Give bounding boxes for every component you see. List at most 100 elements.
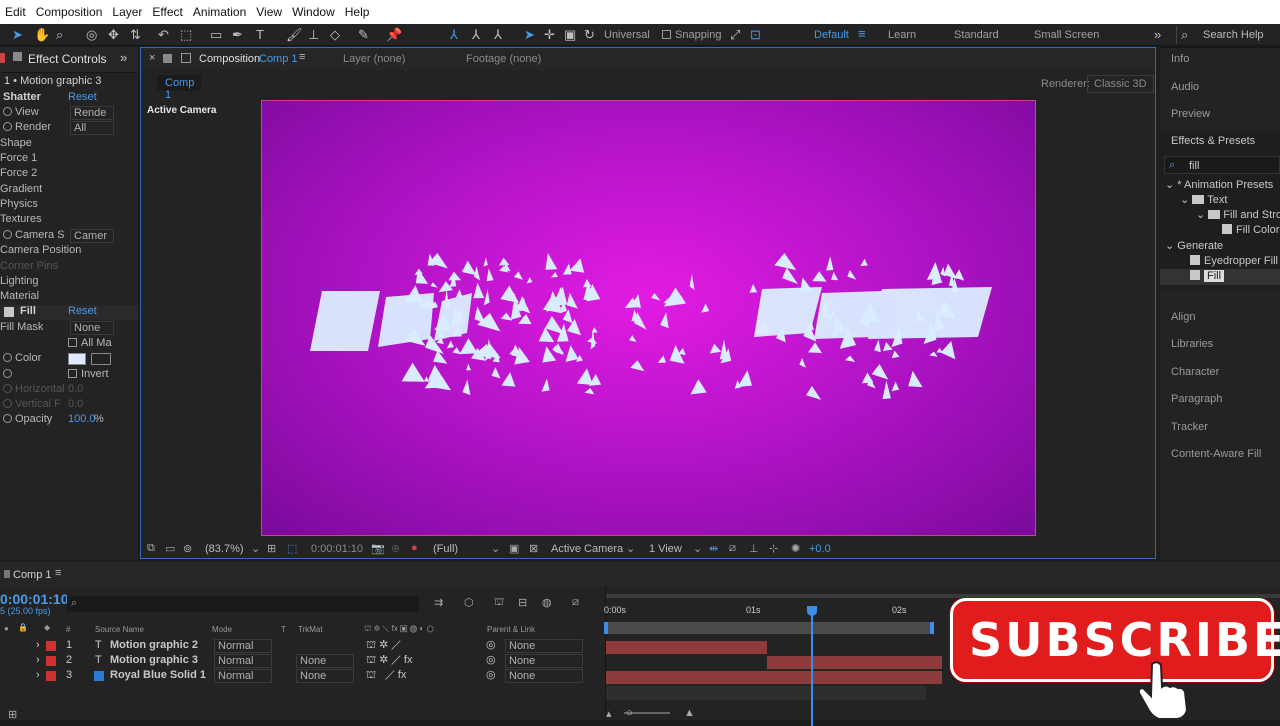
magnification-dropdown[interactable]: (83.7%) xyxy=(205,543,244,555)
tree-eyedropper-fill[interactable]: Eyedropper Fill xyxy=(1190,255,1278,267)
camera-system-stopwatch-icon[interactable] xyxy=(3,230,12,239)
shatter-view-dropdown[interactable]: Rende xyxy=(70,106,114,120)
selection-3d-icon[interactable]: ➤ xyxy=(524,27,535,43)
panel-overflow-icon[interactable]: » xyxy=(120,50,127,65)
layer-label-color[interactable] xyxy=(46,671,56,681)
footage-tab[interactable]: Footage (none) xyxy=(466,53,541,65)
scale-3d-icon[interactable]: ▣ xyxy=(564,27,576,43)
workspace-learn[interactable]: Learn xyxy=(888,29,916,41)
snap-icon[interactable]: ⤢ xyxy=(730,27,740,43)
fill-color-swatch[interactable] xyxy=(68,353,86,365)
eraser-tool-icon[interactable]: ◇ xyxy=(330,27,340,43)
resolution-chevron-icon[interactable]: ⌄ xyxy=(491,542,500,555)
pickwhip-icon[interactable]: ◎ xyxy=(486,668,496,683)
close-tab-icon[interactable]: × xyxy=(149,52,155,64)
shatter-render-dropdown[interactable]: All xyxy=(70,121,114,135)
clone-stamp-icon[interactable]: ⊥ xyxy=(308,27,319,43)
color-stopwatch-icon[interactable] xyxy=(3,353,12,362)
layer-switches-icon[interactable]: ⛫ ✲ ⟋ xyxy=(366,638,401,653)
opacity-stopwatch-icon[interactable] xyxy=(3,414,12,423)
workspace-menu-icon[interactable]: ≡ xyxy=(858,26,866,42)
group-force-1[interactable]: Force 1 xyxy=(0,152,37,167)
tree-animation-presets[interactable]: ⌄ * Animation Presets xyxy=(1165,178,1273,191)
move-3d-icon[interactable]: ✛ xyxy=(544,27,555,43)
group-force-2[interactable]: Force 2 xyxy=(0,167,37,182)
effect-controls-tab[interactable]: Effect Controls xyxy=(28,52,106,66)
invert-checkbox[interactable] xyxy=(68,369,77,378)
rectangle-tool-icon[interactable]: ▭ xyxy=(210,27,222,43)
mask-visibility-icon[interactable]: ⊚ xyxy=(183,542,192,555)
tree-fill[interactable]: Fill xyxy=(1190,270,1225,282)
hide-shy-layers-icon[interactable]: ⛫ xyxy=(494,596,504,610)
panel-tracker[interactable]: Tracker xyxy=(1171,421,1208,433)
grid-guides-icon[interactable]: ⊞ xyxy=(267,542,276,555)
snapshot-icon[interactable]: 📷 xyxy=(371,542,385,555)
layer-mode-dropdown[interactable]: Normal xyxy=(214,639,272,653)
zoom-tool-icon[interactable]: ⌕ xyxy=(56,27,63,43)
layer-label-color[interactable] xyxy=(46,656,56,666)
menu-edit[interactable]: Edit xyxy=(0,5,31,19)
panel-character[interactable]: Character xyxy=(1171,366,1219,378)
menu-composition[interactable]: Composition xyxy=(31,5,108,19)
show-channel-icon[interactable]: ● xyxy=(411,542,418,554)
work-area-bar[interactable] xyxy=(606,622,932,634)
layer-name[interactable]: Royal Blue Solid 1 xyxy=(110,668,206,683)
zoom-slider-handle[interactable]: ○ xyxy=(626,707,633,719)
layer-duration-bar[interactable] xyxy=(606,671,942,684)
layer-mode-dropdown[interactable]: Normal xyxy=(214,669,272,683)
menu-help[interactable]: Help xyxy=(340,5,375,19)
tree-fill-and-stroke[interactable]: ⌄ Fill and Strok xyxy=(1196,208,1280,221)
work-area-end-handle[interactable] xyxy=(930,622,934,634)
rotate-tool-icon[interactable]: ↶ xyxy=(158,27,169,43)
parent-dropdown[interactable]: None xyxy=(505,654,583,668)
pan-behind-icon[interactable]: ⬚ xyxy=(180,27,192,43)
timeline-lock-icon[interactable] xyxy=(4,570,10,578)
selection-tool-icon[interactable]: ➤ xyxy=(12,27,23,43)
view-stopwatch-icon[interactable] xyxy=(3,107,12,116)
motion-blur-icon[interactable]: ◍ xyxy=(542,596,552,609)
layer-row[interactable]: › 3 Royal Blue Solid 1 Normal None ⛫ ⟋ f… xyxy=(0,668,605,683)
resolution-dropdown[interactable]: (Full) xyxy=(433,543,458,555)
timeline-tab-menu-icon[interactable]: ≡ xyxy=(55,567,61,579)
toggle-mask-icon[interactable]: ⬚ xyxy=(287,542,297,555)
expand-chevron-icon[interactable]: › xyxy=(36,653,40,668)
panel-content-aware-fill[interactable]: Content-Aware Fill xyxy=(1171,448,1261,460)
exposure-value[interactable]: +0.0 xyxy=(809,543,831,555)
effect-fill-name[interactable]: Fill xyxy=(20,305,36,317)
group-gradient[interactable]: Gradient xyxy=(0,183,42,198)
layer-name[interactable]: Motion graphic 3 xyxy=(110,653,198,668)
layer-label-color[interactable] xyxy=(46,641,56,651)
zoom-in-icon[interactable]: ▲ xyxy=(684,707,695,719)
panel-audio[interactable]: Audio xyxy=(1171,81,1199,93)
tree-fill-color[interactable]: Fill Color xyxy=(1222,224,1279,236)
render-stopwatch-icon[interactable] xyxy=(3,122,12,131)
workspace-overflow-icon[interactable]: » xyxy=(1154,27,1161,43)
renderer-dropdown[interactable]: Classic 3D xyxy=(1087,75,1154,93)
comp-subtab[interactable]: Comp 1 xyxy=(157,75,201,101)
panel-align[interactable]: Align xyxy=(1171,311,1195,323)
pan-camera-icon[interactable]: ✥ xyxy=(108,27,119,43)
zoom-out-icon[interactable]: ▴ xyxy=(606,707,612,720)
rotate-3d-icon[interactable]: ↻ xyxy=(584,27,595,43)
subscribe-button[interactable]: SUBSCRIBE xyxy=(950,598,1280,682)
panel-paragraph[interactable]: Paragraph xyxy=(1171,393,1222,405)
workspace-standard[interactable]: Standard xyxy=(954,29,999,41)
transparency-grid-icon[interactable]: ⊠ xyxy=(529,542,538,555)
camera-view-dropdown[interactable]: Active Camera xyxy=(551,543,623,555)
fill-reset-link[interactable]: Reset xyxy=(68,305,97,317)
snapping-checkbox[interactable] xyxy=(662,30,671,39)
group-material[interactable]: Material xyxy=(0,290,39,305)
composition-tab-label[interactable]: Composition xyxy=(199,53,260,65)
timeline-comp-tab[interactable]: Comp 1 xyxy=(13,569,52,581)
workspace-small-screen[interactable]: Small Screen xyxy=(1034,29,1099,41)
composition-viewer[interactable] xyxy=(261,100,1036,536)
dolly-camera-icon[interactable]: ⇅ xyxy=(130,27,141,43)
comp-flowchart-icon[interactable]: ⇉ xyxy=(434,596,443,609)
tree-text[interactable]: ⌄ Text xyxy=(1180,193,1227,206)
timeline-icon[interactable]: ⊥ xyxy=(749,542,759,555)
panel-lock-icon[interactable] xyxy=(13,52,22,61)
menu-animation[interactable]: Animation xyxy=(188,5,251,19)
trkmat-dropdown[interactable]: None xyxy=(296,669,354,683)
menu-layer[interactable]: Layer xyxy=(107,5,147,19)
axis-world-icon[interactable]: ⅄ xyxy=(472,27,480,43)
